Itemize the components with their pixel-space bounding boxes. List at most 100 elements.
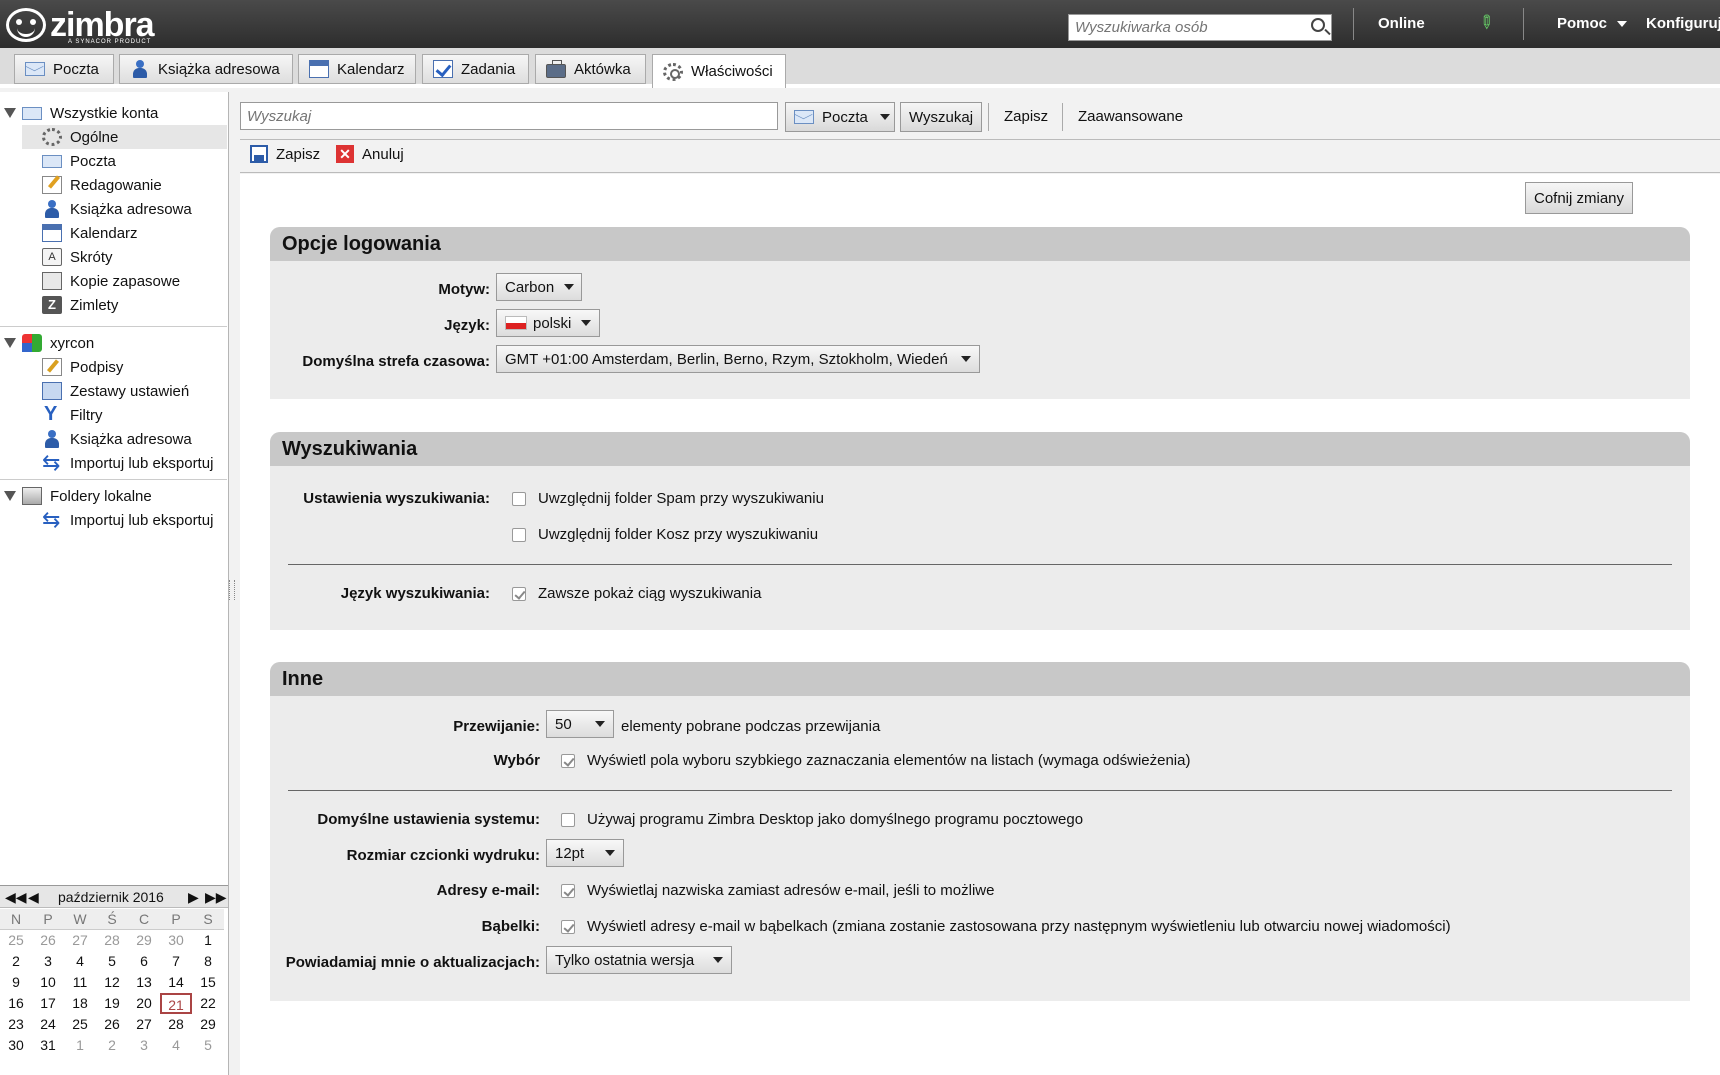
show-selection-checkbox-option[interactable]: Wyświetl pola wyboru szybkiego zaznaczan… — [561, 752, 1190, 769]
sidebar-item-personas[interactable]: Zestawy ustawień — [0, 379, 227, 403]
include-spam-checkbox[interactable] — [512, 491, 526, 506]
calendar-day[interactable]: 1 — [192, 930, 224, 951]
sidebar-item-calendar[interactable]: Kalendarz — [0, 221, 227, 245]
show-bubbles-option[interactable]: Wyświetl adresy e-mail w bąbelkach (zmia… — [561, 918, 1451, 935]
always-show-query-checkbox[interactable] — [512, 586, 526, 601]
include-spam-option[interactable]: Uwzględnij folder Spam przy wyszukiwaniu — [512, 490, 824, 507]
save-button[interactable]: Zapisz — [250, 145, 320, 163]
show-bubbles-checkbox[interactable] — [561, 919, 575, 934]
sidebar-account[interactable]: xyrcon — [0, 331, 227, 355]
default-mail-client-option[interactable]: Używaj programu Zimbra Desktop jako domy… — [561, 811, 1083, 828]
calendar-day[interactable]: 5 — [96, 951, 128, 972]
mini-calendar-month[interactable]: październik 2016 — [58, 889, 164, 905]
calendar-day[interactable]: 5 — [192, 1035, 224, 1056]
theme-select[interactable]: Carbon — [496, 273, 582, 301]
calendar-day[interactable]: 26 — [96, 1014, 128, 1035]
search-icon[interactable] — [1311, 18, 1325, 32]
print-font-size-select[interactable]: 12pt — [546, 839, 624, 867]
tab-briefcase[interactable]: Aktówka — [535, 54, 646, 84]
always-show-query-option[interactable]: Zawsze pokaż ciąg wyszukiwania — [512, 585, 761, 602]
calendar-day[interactable]: 15 — [192, 972, 224, 993]
calendar-day[interactable]: 23 — [0, 1014, 32, 1035]
tab-mail[interactable]: Poczta — [14, 54, 114, 84]
default-mail-client-checkbox[interactable] — [561, 812, 575, 827]
tab-tasks[interactable]: Zadania — [422, 54, 529, 84]
search-input[interactable] — [240, 102, 778, 130]
calendar-day[interactable]: 26 — [32, 930, 64, 951]
sidebar-item-mail[interactable]: Poczta — [0, 149, 227, 173]
include-trash-checkbox[interactable] — [512, 527, 526, 542]
calendar-day[interactable]: 29 — [128, 930, 160, 951]
calendar-day[interactable]: 18 — [64, 993, 96, 1014]
calendar-day[interactable]: 14 — [160, 972, 192, 993]
next-year-icon[interactable]: ▶▶ — [205, 889, 227, 906]
sidebar-item-account-contacts[interactable]: Książka adresowa — [0, 427, 227, 451]
calendar-day[interactable]: 19 — [96, 993, 128, 1014]
timezone-select[interactable]: GMT +01:00 Amsterdam, Berlin, Berno, Rzy… — [496, 345, 980, 373]
calendar-day[interactable]: 30 — [160, 930, 192, 951]
sidebar-item-filters[interactable]: Filtry — [0, 403, 227, 427]
calendar-day[interactable]: 7 — [160, 951, 192, 972]
sidebar-item-shortcuts[interactable]: A Skróty — [0, 245, 227, 269]
collapse-triangle-icon[interactable] — [4, 491, 16, 501]
sidebar-item-contacts[interactable]: Książka adresowa — [0, 197, 227, 221]
online-status[interactable]: Online — [1378, 15, 1425, 32]
prev-year-icon[interactable]: ◀◀ — [5, 889, 27, 906]
calendar-day[interactable]: 6 — [128, 951, 160, 972]
calendar-day[interactable]: 8 — [192, 951, 224, 972]
calendar-day[interactable]: 25 — [64, 1014, 96, 1035]
calendar-day[interactable]: 28 — [96, 930, 128, 951]
calendar-day[interactable]: 16 — [0, 993, 32, 1014]
sidebar-item-composing[interactable]: Redagowanie — [0, 173, 227, 197]
language-select[interactable]: polski — [496, 309, 600, 337]
configure-menu[interactable]: Konfiguruj — [1646, 15, 1720, 32]
collapse-triangle-icon[interactable] — [4, 108, 16, 118]
help-menu[interactable]: Pomoc — [1557, 15, 1628, 32]
calendar-day[interactable]: 27 — [128, 1014, 160, 1035]
calendar-day-today[interactable]: 21 — [160, 993, 192, 1014]
sidebar-item-zimlets[interactable]: Z Zimlety — [0, 293, 227, 317]
show-names-checkbox[interactable] — [561, 883, 575, 898]
save-search-button[interactable]: Zapisz — [1004, 108, 1048, 125]
sidebar-item-signatures[interactable]: Podpisy — [0, 355, 227, 379]
sidebar-item-import-export[interactable]: Importuj lub eksportuj — [0, 450, 227, 476]
calendar-day[interactable]: 2 — [0, 951, 32, 972]
sidebar-all-accounts[interactable]: Wszystkie konta — [0, 101, 227, 125]
calendar-day[interactable]: 25 — [0, 930, 32, 951]
collapse-triangle-icon[interactable] — [4, 338, 16, 348]
calendar-day[interactable]: 27 — [64, 930, 96, 951]
sidebar-item-general[interactable]: Ogólne — [22, 125, 227, 149]
tab-preferences[interactable]: Właściwości — [652, 54, 786, 88]
calendar-day[interactable]: 3 — [32, 951, 64, 972]
calendar-day[interactable]: 22 — [192, 993, 224, 1014]
search-scope-dropdown[interactable]: Poczta — [785, 102, 895, 132]
search-button[interactable]: Wyszukaj — [900, 102, 983, 132]
calendar-day[interactable]: 4 — [64, 951, 96, 972]
calendar-day[interactable]: 28 — [160, 1014, 192, 1035]
advanced-search-button[interactable]: Zaawansowane — [1078, 108, 1183, 125]
calendar-day[interactable]: 2 — [96, 1035, 128, 1056]
calendar-day[interactable]: 31 — [32, 1035, 64, 1056]
calendar-day[interactable]: 17 — [32, 993, 64, 1014]
sidebar-local-folders[interactable]: Foldery lokalne — [0, 484, 227, 508]
calendar-day[interactable]: 9 — [0, 972, 32, 993]
calendar-day[interactable]: 30 — [0, 1035, 32, 1056]
tab-contacts[interactable]: Książka adresowa — [119, 54, 293, 84]
update-notify-select[interactable]: Tylko ostatnia wersja — [546, 946, 732, 974]
show-selection-checkbox[interactable] — [561, 753, 575, 768]
sidebar-resize-handle[interactable] — [229, 580, 235, 600]
next-month-icon[interactable]: ▶ — [188, 889, 199, 906]
calendar-day[interactable]: 24 — [32, 1014, 64, 1035]
calendar-day[interactable]: 4 — [160, 1035, 192, 1056]
calendar-day[interactable]: 11 — [64, 972, 96, 993]
calendar-day[interactable]: 13 — [128, 972, 160, 993]
cancel-button[interactable]: ✕ Anuluj — [336, 145, 404, 163]
zimbra-logo[interactable]: zimbra A SYNACOR PRODUCT — [6, 6, 155, 45]
pin-icon[interactable]: ✎ — [1474, 10, 1502, 38]
calendar-day[interactable]: 1 — [64, 1035, 96, 1056]
calendar-day[interactable]: 3 — [128, 1035, 160, 1056]
calendar-day[interactable]: 29 — [192, 1014, 224, 1035]
tab-calendar[interactable]: Kalendarz — [298, 54, 416, 84]
calendar-day[interactable]: 10 — [32, 972, 64, 993]
calendar-day[interactable]: 20 — [128, 993, 160, 1014]
